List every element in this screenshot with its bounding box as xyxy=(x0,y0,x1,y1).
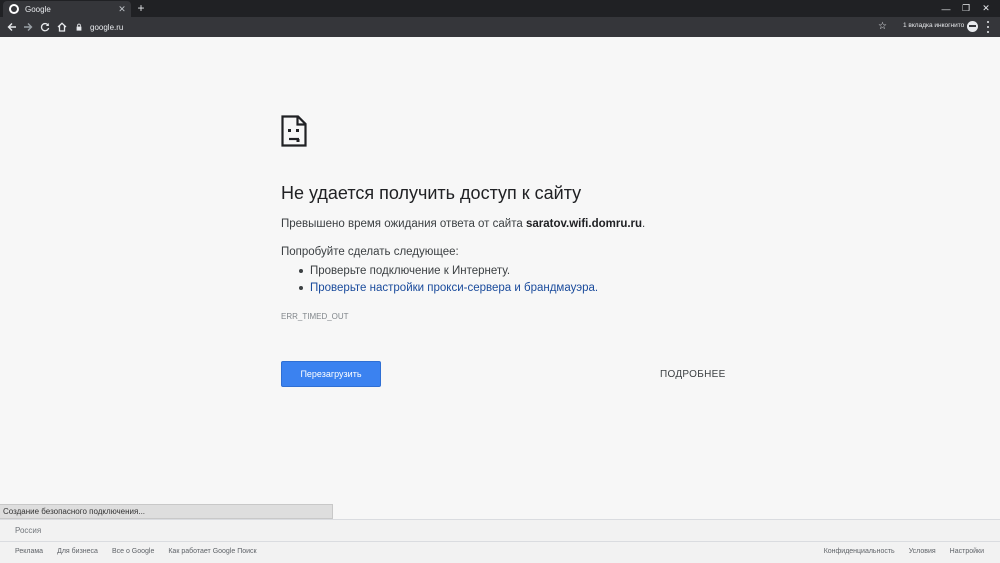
reload-button[interactable]: Перезагрузить xyxy=(281,361,381,387)
bookmark-star-icon[interactable]: ☆ xyxy=(878,20,887,33)
tab-close-icon[interactable]: ✕ xyxy=(116,4,128,15)
back-arrow-icon xyxy=(7,23,16,31)
error-description: Превышено время ожидания ответа от сайта… xyxy=(281,218,645,230)
refresh-icon xyxy=(40,22,50,32)
forward-button[interactable] xyxy=(20,19,36,35)
footer-link-terms[interactable]: Условия xyxy=(909,548,936,555)
browser-toolbar: google.ru ☆ 1 вкладка инкогнито xyxy=(0,17,1000,37)
menu-dots-icon[interactable] xyxy=(984,21,992,33)
footer-region: Россия xyxy=(15,526,42,535)
tab-title: Google xyxy=(25,4,51,14)
footer-link-ads[interactable]: Реклама xyxy=(15,548,43,555)
browser-tab[interactable]: Google ✕ xyxy=(3,1,131,17)
footer-left-links: Реклама Для бизнеса Все о Google Как раб… xyxy=(15,548,271,555)
suggestion-check-connection: Проверьте подключение к Интернету. xyxy=(299,264,598,281)
address-bar[interactable]: google.ru xyxy=(74,19,894,35)
footer-divider xyxy=(0,541,1000,542)
page-footer: Россия Реклама Для бизнеса Все о Google … xyxy=(0,519,1000,563)
url-text[interactable]: google.ru xyxy=(90,23,123,32)
lock-icon[interactable] xyxy=(74,22,84,32)
forward-arrow-icon xyxy=(24,23,33,31)
footer-link-privacy[interactable]: Конфиденциальность xyxy=(824,548,895,555)
status-bubble: Создание безопасного подключения... xyxy=(0,504,333,519)
title-bar: Google ✕ + — ❐ ✕ xyxy=(0,0,1000,17)
suggestions-list: Проверьте подключение к Интернету. Прове… xyxy=(299,264,598,298)
footer-right-links: Конфиденциальность Условия Настройки xyxy=(810,548,984,555)
new-tab-button[interactable]: + xyxy=(135,1,147,16)
sad-page-icon xyxy=(281,115,307,147)
home-button[interactable] xyxy=(54,19,70,35)
close-window-button[interactable]: ✕ xyxy=(976,0,996,17)
error-description-suffix: . xyxy=(642,218,646,230)
error-description-prefix: Превышено время ожидания ответа от сайта xyxy=(281,218,526,230)
maximize-button[interactable]: ❐ xyxy=(956,0,976,17)
error-code: ERR_TIMED_OUT xyxy=(281,312,349,321)
try-label: Попробуйте сделать следующее: xyxy=(281,246,459,258)
google-favicon-icon xyxy=(9,4,19,14)
suggestion-proxy-firewall-link[interactable]: Проверьте настройки прокси-сервера и бра… xyxy=(299,281,598,298)
footer-link-about[interactable]: Все о Google xyxy=(112,548,154,555)
reload-page-button[interactable] xyxy=(37,19,53,35)
details-button[interactable]: ПОДРОБНЕЕ xyxy=(660,369,726,380)
footer-link-business[interactable]: Для бизнеса xyxy=(57,548,98,555)
footer-link-settings[interactable]: Настройки xyxy=(950,548,984,555)
error-title: Не удается получить доступ к сайту xyxy=(281,183,582,203)
home-icon xyxy=(57,22,67,32)
footer-link-how-search-works[interactable]: Как работает Google Поиск xyxy=(168,548,256,555)
incognito-label[interactable]: 1 вкладка инкогнито xyxy=(903,22,964,29)
incognito-icon[interactable] xyxy=(967,21,978,32)
window-controls: — ❐ ✕ xyxy=(936,0,996,17)
error-host: saratov.wifi.domru.ru xyxy=(525,218,643,230)
minimize-button[interactable]: — xyxy=(936,0,956,17)
back-button[interactable] xyxy=(4,19,20,35)
